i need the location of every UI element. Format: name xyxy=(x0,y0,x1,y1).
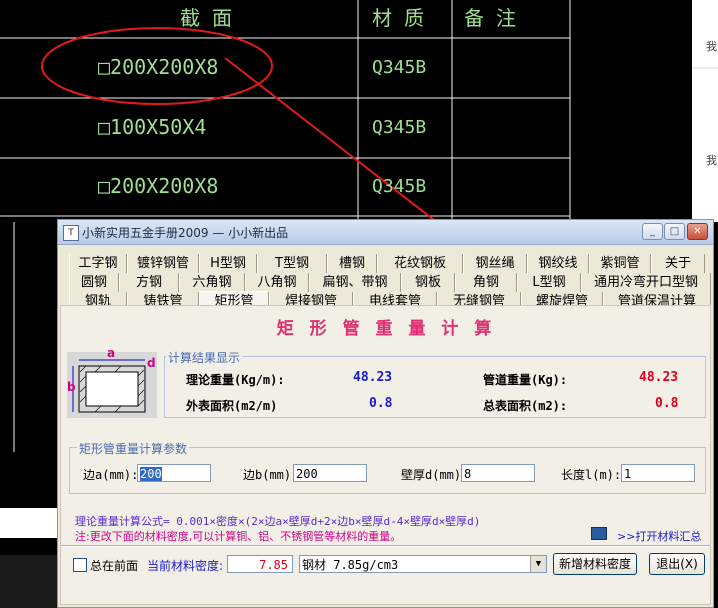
rectangular-pipe-panel: 矩 形 管 重 量 计 算 a b d 计算结果显示 理论重量(Kg/m): 4… xyxy=(60,305,711,605)
density-input[interactable]: 7.85 xyxy=(227,555,293,573)
topmost-label: 总在前面 xyxy=(90,559,139,573)
length-input[interactable]: 1 xyxy=(621,464,695,482)
tab-galvanized-pipe[interactable]: 镀锌钢管 xyxy=(127,254,199,273)
diagram-label-d: d xyxy=(147,356,156,370)
minimize-button[interactable]: _ xyxy=(642,223,663,240)
total-area-label: 总表面积(m2): xyxy=(483,399,568,413)
density-label: 当前材料密度: xyxy=(147,559,224,573)
open-summary-link[interactable]: >>打开材料汇总 xyxy=(617,528,701,544)
tab-checkered-plate[interactable]: 花纹钢板 xyxy=(377,254,463,273)
tab-i-beam[interactable]: 工字钢 xyxy=(69,254,127,273)
material-select-value: 钢材 7.85g/cm3 xyxy=(302,558,399,572)
tab-strand[interactable]: 钢绞线 xyxy=(527,254,589,273)
pipe-weight-value: 48.23 xyxy=(639,370,679,385)
theory-weight-label: 理论重量(Kg/m): xyxy=(186,373,285,387)
side-b-input[interactable]: 200 xyxy=(293,464,367,482)
total-area-value: 0.8 xyxy=(655,396,679,411)
theory-weight-value: 48.23 xyxy=(353,370,393,385)
tab-about[interactable]: 关于 xyxy=(651,254,705,273)
side-a-input[interactable]: 200 xyxy=(137,464,211,482)
topmost-checkbox[interactable] xyxy=(73,558,87,572)
tab-row-2: 圆钢 方钢 六角钢 八角钢 扁钢、带钢 钢板 角钢 L型钢 通用冷弯开口型钢 xyxy=(61,273,713,292)
tab-hexagon-steel[interactable]: 六角钢 xyxy=(179,273,245,292)
material-select[interactable]: 钢材 7.85g/cm3 ▼ xyxy=(299,555,547,573)
result-group-label: 计算结果显示 xyxy=(166,349,243,366)
tab-row-1: 工字钢 镀锌钢管 H型钢 T型钢 槽钢 花纹钢板 钢丝绳 钢绞线 紫铜管 关于 xyxy=(61,254,713,273)
pipe-diagram: a b d xyxy=(67,346,157,418)
panel-heading: 矩 形 管 重 量 计 算 xyxy=(276,319,497,339)
calculator-icon[interactable] xyxy=(591,527,607,540)
tab-wire-rope[interactable]: 钢丝绳 xyxy=(463,254,527,273)
tab-copper-pipe[interactable]: 紫铜管 xyxy=(589,254,651,273)
window-title: 小新实用五金手册2009 — 小小新出品 xyxy=(82,226,289,240)
tab-steel-plate[interactable]: 钢板 xyxy=(401,273,455,292)
cad-header-remark: 备 注 xyxy=(464,6,517,30)
outer-area-value: 0.8 xyxy=(369,396,393,411)
tab-round-steel[interactable]: 圆钢 xyxy=(69,273,119,292)
rectangular-pipe-icon xyxy=(72,359,146,413)
side-a-label: 边a(mm): xyxy=(83,468,139,482)
outer-area-label: 外表面积(m2/m) xyxy=(186,399,278,413)
cad-row-material: Q345B xyxy=(372,176,427,197)
pipe-weight-label: 管道重量(Kg): xyxy=(483,373,568,387)
cad-row-section: □200X200X8 xyxy=(98,55,219,79)
formula-text: 理论重量计算公式= 0.001×密度×(2×边a×壁厚d+2×边b×壁厚d-4×… xyxy=(75,515,481,528)
title-bar[interactable]: T 小新实用五金手册2009 — 小小新出品 _ □ ✕ xyxy=(58,220,713,245)
tab-cold-formed-steel[interactable]: 通用冷弯开口型钢 xyxy=(581,273,711,292)
cad-row-material: Q345B xyxy=(372,117,427,138)
cad-row-section: □100X50X4 xyxy=(98,115,207,139)
tab-channel[interactable]: 槽钢 xyxy=(327,254,377,273)
cad-row-section: □200X200X8 xyxy=(98,174,219,198)
cad-row-material: Q345B xyxy=(372,57,427,78)
side-panel-char: 我 xyxy=(706,154,717,167)
add-density-button[interactable]: 新增材料密度 xyxy=(553,553,637,575)
tab-t-beam[interactable]: T型钢 xyxy=(257,254,327,273)
tab-angle-steel[interactable]: 角钢 xyxy=(455,273,517,292)
side-a-value: 200 xyxy=(140,467,162,481)
side-b-label: 边b(mm): xyxy=(243,468,299,482)
bottom-divider xyxy=(61,545,710,547)
close-button[interactable]: ✕ xyxy=(687,223,708,240)
wall-thickness-label: 壁厚d(mm): xyxy=(401,468,469,482)
wall-thickness-input[interactable]: 8 xyxy=(461,464,535,482)
maximize-button[interactable]: □ xyxy=(664,223,685,240)
cad-header-material: 材 质 xyxy=(372,6,425,30)
tab-octagon-steel[interactable]: 八角钢 xyxy=(245,273,309,292)
side-panel-char: 我 xyxy=(706,40,717,53)
diagram-label-b: b xyxy=(67,380,76,394)
app-icon: T xyxy=(63,225,79,241)
cad-header-section: 截 面 xyxy=(180,6,233,30)
tab-square-steel[interactable]: 方钢 xyxy=(119,273,179,292)
tab-h-beam[interactable]: H型钢 xyxy=(199,254,257,273)
chevron-down-icon[interactable]: ▼ xyxy=(530,556,546,572)
hardware-manual-window: T 小新实用五金手册2009 — 小小新出品 _ □ ✕ 工字钢 镀锌钢管 H型… xyxy=(57,219,714,608)
note-text: 注:更改下面的材料密度,可以计算铜、铝、不锈钢管等材料的重量。 xyxy=(75,530,402,543)
tab-flat-steel[interactable]: 扁钢、带钢 xyxy=(309,273,401,292)
length-label: 长度l(m): xyxy=(561,468,622,482)
param-group-label: 矩形管重量计算参数 xyxy=(77,440,190,457)
exit-button[interactable]: 退出(X) xyxy=(649,553,705,575)
tab-l-steel[interactable]: L型钢 xyxy=(517,273,581,292)
diagram-label-a: a xyxy=(107,346,116,360)
